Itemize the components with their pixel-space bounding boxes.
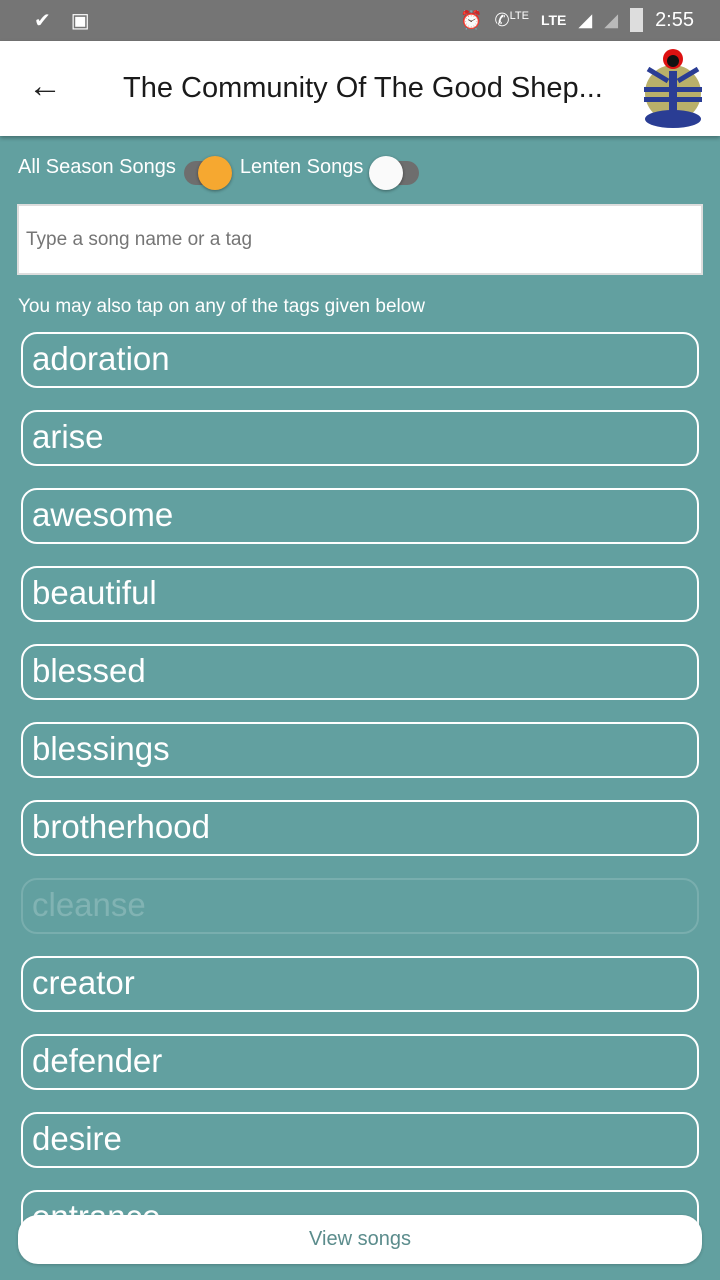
download-done-icon: ✔ bbox=[34, 10, 51, 32]
season-switches: All Season Songs Lenten Songs bbox=[18, 155, 427, 190]
arrow-left-icon[interactable]: ← bbox=[28, 69, 62, 103]
tag-button[interactable]: arise bbox=[21, 410, 699, 466]
battery-icon bbox=[630, 8, 644, 32]
tag-button[interactable]: adoration bbox=[21, 332, 699, 388]
community-logo bbox=[644, 49, 702, 128]
image-icon: ▣ bbox=[70, 10, 90, 32]
lenten-toggle[interactable] bbox=[369, 156, 420, 190]
alarm-icon: ⏰ bbox=[460, 9, 483, 30]
clock: 2:55 bbox=[655, 8, 694, 31]
tag-button[interactable]: awesome bbox=[21, 488, 699, 544]
volte-call-icon: ✆LTE bbox=[494, 9, 529, 30]
tag-button[interactable]: defender bbox=[21, 1034, 699, 1090]
tag-button[interactable]: beautiful bbox=[21, 566, 699, 622]
lenten-label: Lenten Songs bbox=[239, 155, 364, 178]
tags-hint: You may also tap on any of the tags give… bbox=[18, 296, 426, 317]
search-input[interactable] bbox=[17, 204, 703, 275]
all-season-label: All Season Songs bbox=[18, 155, 176, 178]
lte-label: LTE bbox=[540, 12, 567, 28]
tag-button[interactable]: desire bbox=[21, 1112, 699, 1168]
signal-empty-icon: ◢ bbox=[604, 9, 619, 30]
tag-list: adoration arise awesome beautiful blesse… bbox=[21, 332, 699, 1268]
tag-button[interactable]: creator bbox=[21, 956, 699, 1012]
all-season-toggle[interactable] bbox=[183, 156, 232, 190]
status-bar: ✔ ▣ ⏰ ✆LTE LTE ◢ ◢ 2:55 bbox=[0, 0, 720, 41]
tag-button[interactable]: blessed bbox=[21, 644, 699, 700]
app-bar: ← The Community Of The Good Shep... bbox=[0, 41, 720, 136]
view-songs-button[interactable]: View songs bbox=[18, 1215, 702, 1264]
page-title: The Community Of The Good Shep... bbox=[123, 72, 603, 104]
signal-icon: ◢ bbox=[578, 9, 593, 30]
tag-button[interactable]: brotherhood bbox=[21, 800, 699, 856]
tag-button-faded[interactable]: cleanse bbox=[21, 878, 699, 934]
tag-button[interactable]: blessings bbox=[21, 722, 699, 778]
